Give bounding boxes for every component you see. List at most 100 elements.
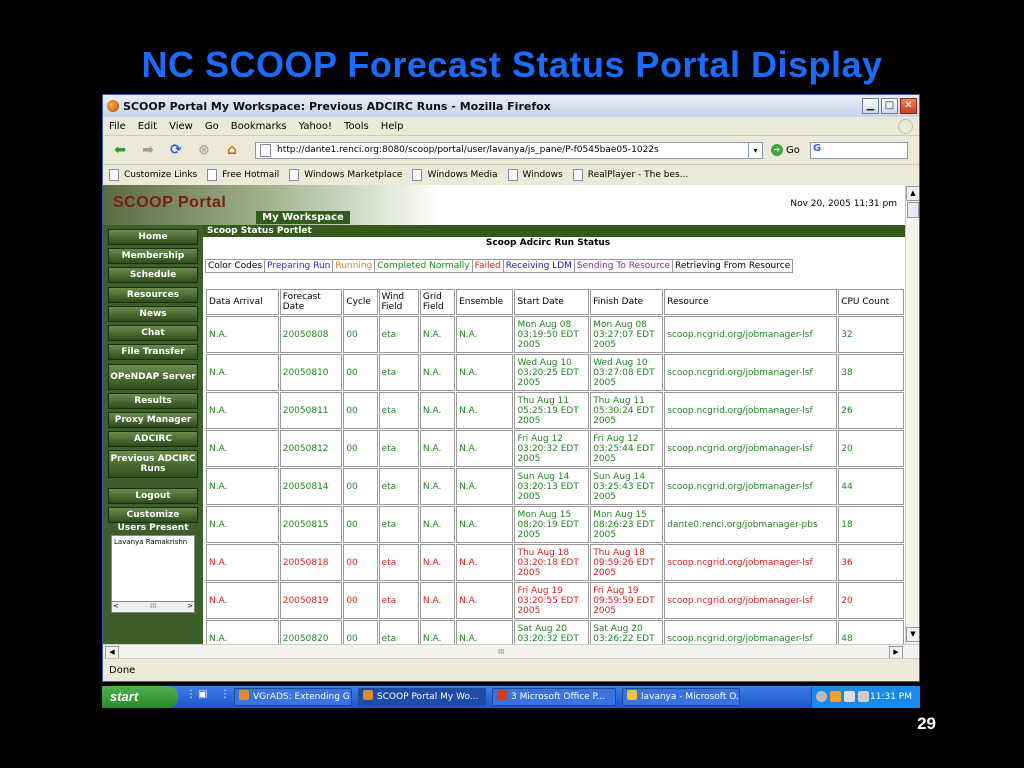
table-row[interactable]: N.A. 20050820 00 eta N.A. N.A. Sat Aug 20 03:2… — [206, 620, 904, 644]
menu-tools[interactable]: Tools — [344, 121, 369, 132]
table-cell: 00 — [343, 544, 378, 581]
url-dropdown-icon[interactable]: ▾ — [748, 142, 762, 158]
menu-bar: File Edit View Go Bookmarks Yahoo! Tools… — [103, 117, 919, 136]
start-button[interactable]: start — [102, 686, 178, 708]
reload-button[interactable]: ⟳ — [165, 140, 187, 160]
sidebar-item-customize[interactable]: Customize — [108, 507, 198, 523]
go-button[interactable]: ➜ Go — [771, 144, 800, 156]
forward-button[interactable]: ➡ — [137, 140, 159, 160]
sidebar-item-previous-adcirc-runs[interactable]: Previous ADCIRC Runs — [108, 450, 198, 478]
table-row[interactable]: N.A. 20050815 00 eta N.A. N.A. Mon Aug 15 08:2… — [206, 506, 904, 543]
table-row[interactable]: N.A. 20050819 00 eta N.A. N.A. Fri Aug 19 03:2… — [206, 582, 904, 619]
scroll-thumb[interactable]: III — [498, 648, 504, 656]
sidebar-item-proxy-manager[interactable]: Proxy Manager — [108, 412, 198, 428]
minimize-button[interactable]: ▁ — [862, 98, 879, 114]
slide-number: 29 — [917, 714, 936, 733]
table-cell: Sat Aug 20 03:20:32 EDT 2005 — [514, 620, 590, 644]
bookmark-free-hotmail[interactable]: Free Hotmail — [207, 169, 279, 181]
table-cell: Fri Aug 19 03:20:55 EDT 2005 — [514, 582, 590, 619]
table-cell: Thu Aug 18 09:59:26 EDT 2005 — [590, 544, 664, 581]
table-cell: scoop.ncgrid.org/jobmanager-lsf — [664, 582, 838, 619]
bookmark-windows-marketplace[interactable]: Windows Marketplace — [289, 169, 402, 181]
sidebar-item-file-transfer[interactable]: File Transfer — [108, 344, 198, 360]
sidebar-item-schedule[interactable]: Schedule — [108, 267, 198, 283]
table-cell: N.A. — [206, 506, 279, 543]
scroll-up-icon[interactable]: ▲ — [906, 186, 919, 201]
window-titlebar[interactable]: SCOOP Portal My Workspace: Previous ADCI… — [103, 95, 919, 117]
scroll-thumb[interactable] — [906, 202, 919, 218]
users-scrollbar[interactable]: < III > — [111, 601, 195, 613]
bookmark-windows-media[interactable]: Windows Media — [412, 169, 498, 181]
sidebar-item-home[interactable]: Home — [108, 229, 198, 245]
table-cell: N.A. — [206, 544, 279, 581]
menu-view[interactable]: View — [169, 121, 193, 132]
stop-button[interactable]: ⊗ — [193, 140, 215, 160]
table-cell: Sun Aug 14 03:25:43 EDT 2005 — [590, 468, 664, 505]
sidebar-item-results[interactable]: Results — [108, 393, 198, 409]
bookmark-label: RealPlayer - The bes... — [587, 170, 689, 180]
url-bar[interactable]: http://dante1.renci.org:8080/scoop/porta… — [255, 141, 763, 159]
color-code-item: Preparing Run — [265, 260, 334, 272]
window-title: SCOOP Portal My Workspace: Previous ADCI… — [123, 99, 551, 113]
back-button[interactable]: ⬅ — [109, 140, 131, 160]
table-cell: N.A. — [206, 582, 279, 619]
sidebar-item-opendap-server[interactable]: OPeNDAP Server — [108, 364, 198, 390]
table-cell: N.A. — [456, 392, 514, 429]
tray-network-icon[interactable] — [844, 691, 855, 702]
scroll-down-icon[interactable]: ▼ — [906, 627, 919, 642]
tab-my-workspace[interactable]: My Workspace — [256, 211, 350, 224]
quicklaunch-icon[interactable]: ⋮ — [220, 689, 231, 705]
table-cell: 36 — [838, 544, 904, 581]
horizontal-scrollbar[interactable]: ◀ III ▶ — [103, 644, 919, 659]
menu-bookmarks[interactable]: Bookmarks — [231, 121, 287, 132]
table-cell: N.A. — [206, 620, 279, 644]
table-cell: 20050819 — [279, 582, 343, 619]
page-content: SCOOP Portal Nov 20, 2005 11:31 pm My Wo… — [103, 185, 905, 644]
table-cell: scoop.ncgrid.org/jobmanager-lsf — [664, 468, 838, 505]
sidebar-item-resources[interactable]: Resources — [108, 287, 198, 303]
table-cell: Thu Aug 11 05:25:19 EDT 2005 — [514, 392, 590, 429]
powerpoint-icon — [497, 690, 507, 700]
bookmark-realplayer[interactable]: RealPlayer - The bes... — [572, 169, 689, 181]
menu-go[interactable]: Go — [205, 121, 219, 132]
table-row[interactable]: N.A. 20050810 00 eta N.A. N.A. Wed Aug 10 03:2… — [206, 354, 904, 391]
menu-yahoo[interactable]: Yahoo! — [299, 121, 332, 132]
scroll-thumb[interactable]: III — [150, 602, 156, 610]
bookmark-windows[interactable]: Windows — [507, 169, 563, 181]
column-header: Grid Field — [419, 289, 456, 315]
tray-volume-icon[interactable] — [858, 691, 869, 702]
quicklaunch-icon[interactable]: ⋮ — [186, 689, 197, 705]
bookmark-customize-links[interactable]: Customize Links — [109, 169, 197, 181]
sidebar-item-logout[interactable]: Logout — [108, 488, 198, 504]
home-button[interactable]: ⌂ — [221, 140, 243, 160]
menu-file[interactable]: File — [109, 121, 126, 132]
sidebar-item-membership[interactable]: Membership — [108, 248, 198, 264]
sidebar-item-adcirc[interactable]: ADCIRC — [108, 431, 198, 447]
search-input[interactable]: G — [809, 141, 908, 159]
taskbar-item-office[interactable]: 3 Microsoft Office P... — [492, 688, 616, 706]
tray-arrow-icon[interactable] — [816, 691, 827, 702]
sidebar-item-news[interactable]: News — [108, 306, 198, 322]
column-header: Wind Field — [378, 289, 419, 315]
table-row[interactable]: N.A. 20050808 00 eta N.A. N.A. Mon Aug 08 03:1… — [206, 316, 904, 353]
taskbar-item-vgrads[interactable]: VGrADS: Extending G... — [234, 688, 352, 706]
taskbar-item-outlook[interactable]: lavanya - Microsoft O... — [622, 688, 740, 706]
table-row[interactable]: N.A. 20050811 00 eta N.A. N.A. Thu Aug 11 05:2… — [206, 392, 904, 429]
menu-help[interactable]: Help — [381, 121, 404, 132]
taskbar-clock: 11:31 PM — [870, 692, 912, 702]
vertical-scrollbar[interactable]: ▲ ▼ — [905, 185, 919, 644]
table-row[interactable]: N.A. 20050812 00 eta N.A. N.A. Fri Aug 12 03:2… — [206, 430, 904, 467]
sidebar-item-chat[interactable]: Chat — [108, 325, 198, 341]
maximize-button[interactable]: □ — [881, 98, 898, 114]
menu-edit[interactable]: Edit — [138, 121, 157, 132]
scroll-left-icon[interactable]: < — [113, 602, 119, 610]
taskbar-item-scoop-portal[interactable]: SCOOP Portal My Wo... — [358, 688, 486, 706]
show-desktop-icon[interactable]: ▣ — [198, 689, 209, 705]
table-row[interactable]: N.A. 20050814 00 eta N.A. N.A. Sun Aug 14 03:2… — [206, 468, 904, 505]
table-row[interactable]: N.A. 20050818 00 eta N.A. N.A. Thu Aug 18 03:2… — [206, 544, 904, 581]
tray-app-icon[interactable] — [830, 691, 841, 702]
close-button[interactable]: ✕ — [900, 98, 917, 114]
bookmarks-toolbar: Customize Links Free Hotmail Windows Mar… — [103, 165, 919, 186]
scroll-right-icon[interactable]: > — [187, 602, 193, 610]
column-header: Ensemble — [456, 289, 514, 315]
